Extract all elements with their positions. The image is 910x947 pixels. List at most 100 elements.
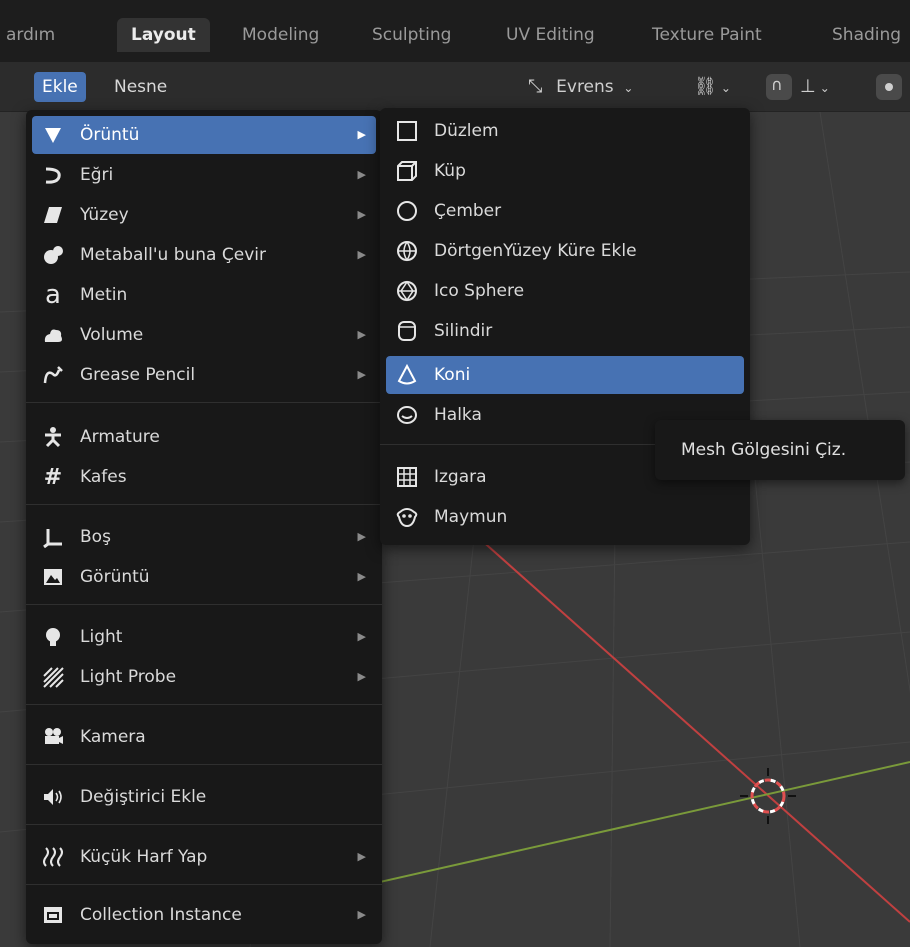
menu-item-label: Yüzey bbox=[80, 205, 129, 225]
menu-item-curve[interactable]: Eğri ▶ bbox=[32, 156, 376, 194]
menu-item-label: Light Probe bbox=[80, 667, 177, 687]
chevron-down-icon: ⌄ bbox=[720, 81, 731, 95]
menu-item-label: Çember bbox=[434, 201, 502, 221]
curve-icon bbox=[40, 162, 66, 188]
menu-item-label: Kafes bbox=[80, 467, 127, 487]
menu-item-label: Metin bbox=[80, 285, 128, 305]
submenu-arrow-icon: ▶ bbox=[357, 630, 366, 643]
mesh-icon bbox=[40, 122, 66, 148]
submenu-item-uv-sphere[interactable]: DörtgenYüzey Küre Ekle bbox=[386, 232, 744, 270]
light-icon bbox=[40, 624, 66, 650]
menu-item-speaker[interactable]: Değiştirici Ekle bbox=[32, 778, 376, 816]
add-menu: Örüntü ▶ Eğri ▶ Yüzey ▶ Metaball'u buna … bbox=[26, 110, 382, 944]
menu-item-light-probe[interactable]: Light Probe ▶ bbox=[32, 658, 376, 696]
menu-separator bbox=[26, 604, 382, 605]
empty-icon bbox=[40, 524, 66, 550]
snap-target-dropdown[interactable]: ⊥ ⌄ bbox=[800, 72, 830, 102]
submenu-item-monkey[interactable]: Maymun bbox=[386, 498, 744, 536]
menu-item-label: Halka bbox=[434, 405, 482, 425]
tab-shading[interactable]: Shading bbox=[818, 18, 910, 52]
circle-icon bbox=[394, 198, 420, 224]
armature-icon bbox=[40, 424, 66, 450]
grease-pencil-icon bbox=[40, 362, 66, 388]
menu-item-metaball[interactable]: Metaball'u buna Çevir ▶ bbox=[32, 236, 376, 274]
proportional-edit-toggle[interactable] bbox=[876, 74, 902, 100]
menu-item-empty[interactable]: Boş ▶ bbox=[32, 518, 376, 556]
uv-sphere-icon bbox=[394, 238, 420, 264]
torus-icon bbox=[394, 402, 420, 428]
menu-item-collection-instance[interactable]: Collection Instance ▶ bbox=[32, 896, 376, 934]
submenu-arrow-icon: ▶ bbox=[357, 670, 366, 683]
menu-separator bbox=[26, 824, 382, 825]
transform-orientation-dropdown[interactable]: ⤡ Evrens ⌄ bbox=[528, 72, 633, 102]
menu-item-armature[interactable]: Armature bbox=[32, 418, 376, 456]
tab-uv-editing[interactable]: UV Editing bbox=[492, 18, 609, 52]
menu-item-image[interactable]: Görüntü ▶ bbox=[32, 558, 376, 596]
submenu-item-plane[interactable]: Düzlem bbox=[386, 112, 744, 150]
monkey-icon bbox=[394, 504, 420, 530]
cube-icon bbox=[394, 158, 420, 184]
text-icon: a bbox=[45, 280, 61, 310]
submenu-arrow-icon: ▶ bbox=[357, 530, 366, 543]
force-field-icon bbox=[40, 844, 66, 870]
workspace-tab-bar: ardım Layout Modeling Sculpting UV Editi… bbox=[0, 0, 910, 62]
viewport-header: Ekle Nesne ⤡ Evrens ⌄ ⛓ ⌄ ∩ ⊥ ⌄ bbox=[0, 62, 910, 112]
snap-toggle[interactable]: ∩ bbox=[766, 74, 792, 100]
menu-item-label: Değiştirici Ekle bbox=[80, 787, 207, 807]
menu-item-label: Kamera bbox=[80, 727, 146, 747]
menu-item-force-field[interactable]: Küçük Harf Yap ▶ bbox=[32, 838, 376, 876]
menu-item-label: Küçük Harf Yap bbox=[80, 847, 208, 867]
camera-icon bbox=[40, 724, 66, 750]
menu-item-lattice[interactable]: # Kafes bbox=[32, 458, 376, 496]
submenu-arrow-icon: ▶ bbox=[357, 248, 366, 261]
object-menu-button[interactable]: Nesne bbox=[106, 72, 175, 102]
submenu-arrow-icon: ▶ bbox=[357, 128, 366, 141]
submenu-item-cube[interactable]: Küp bbox=[386, 152, 744, 190]
submenu-item-ico-sphere[interactable]: Ico Sphere bbox=[386, 272, 744, 310]
tab-texture-paint[interactable]: Texture Paint bbox=[638, 18, 776, 52]
menu-item-volume[interactable]: Volume ▶ bbox=[32, 316, 376, 354]
menu-item-light[interactable]: Light ▶ bbox=[32, 618, 376, 656]
menu-item-camera[interactable]: Kamera bbox=[32, 718, 376, 756]
menu-item-label: Küp bbox=[434, 161, 466, 181]
tab-modeling[interactable]: Modeling bbox=[228, 18, 333, 52]
submenu-arrow-icon: ▶ bbox=[357, 208, 366, 221]
menu-item-label: DörtgenYüzey Küre Ekle bbox=[434, 241, 637, 261]
metaball-icon bbox=[40, 242, 66, 268]
lattice-icon: # bbox=[43, 464, 63, 490]
submenu-arrow-icon: ▶ bbox=[357, 570, 366, 583]
orientation-axes-icon: ⤡ bbox=[528, 76, 543, 97]
tab-sculpting[interactable]: Sculpting bbox=[358, 18, 465, 52]
submenu-item-cylinder[interactable]: Silindir bbox=[386, 312, 744, 350]
tab-layout[interactable]: Layout bbox=[117, 18, 210, 52]
pivot-point-dropdown[interactable]: ⛓ ⌄ bbox=[694, 72, 731, 102]
cylinder-icon bbox=[394, 318, 420, 344]
menu-item-mesh[interactable]: Örüntü ▶ bbox=[32, 116, 376, 154]
tab-help-partial[interactable]: ardım bbox=[0, 18, 69, 52]
menu-item-label: Grease Pencil bbox=[80, 365, 196, 385]
submenu-arrow-icon: ▶ bbox=[357, 168, 366, 181]
ico-sphere-icon bbox=[394, 278, 420, 304]
menu-separator bbox=[26, 704, 382, 705]
menu-item-label: Collection Instance bbox=[80, 905, 242, 925]
add-menu-button[interactable]: Ekle bbox=[34, 72, 86, 102]
submenu-item-circle[interactable]: Çember bbox=[386, 192, 744, 230]
menu-item-label: Ico Sphere bbox=[434, 281, 525, 301]
pivot-link-icon: ⛓ bbox=[694, 76, 717, 97]
light-probe-icon bbox=[40, 664, 66, 690]
image-icon bbox=[40, 564, 66, 590]
menu-separator bbox=[26, 884, 382, 885]
menu-item-surface[interactable]: Yüzey ▶ bbox=[32, 196, 376, 234]
collection-icon bbox=[40, 902, 66, 928]
proportional-dot-icon bbox=[885, 83, 893, 91]
chevron-down-icon: ⌄ bbox=[623, 81, 634, 95]
menu-item-grease-pencil[interactable]: Grease Pencil ▶ bbox=[32, 356, 376, 394]
menu-item-label: Armature bbox=[80, 427, 160, 447]
tooltip-text: Mesh Gölgesini Çiz. bbox=[681, 440, 847, 460]
menu-separator bbox=[26, 402, 382, 403]
menu-item-label: Izgara bbox=[434, 467, 487, 487]
menu-item-text[interactable]: a Metin bbox=[32, 276, 376, 314]
submenu-arrow-icon: ▶ bbox=[357, 328, 366, 341]
submenu-item-cone[interactable]: Koni bbox=[386, 356, 744, 394]
menu-item-label: Düzlem bbox=[434, 121, 499, 141]
